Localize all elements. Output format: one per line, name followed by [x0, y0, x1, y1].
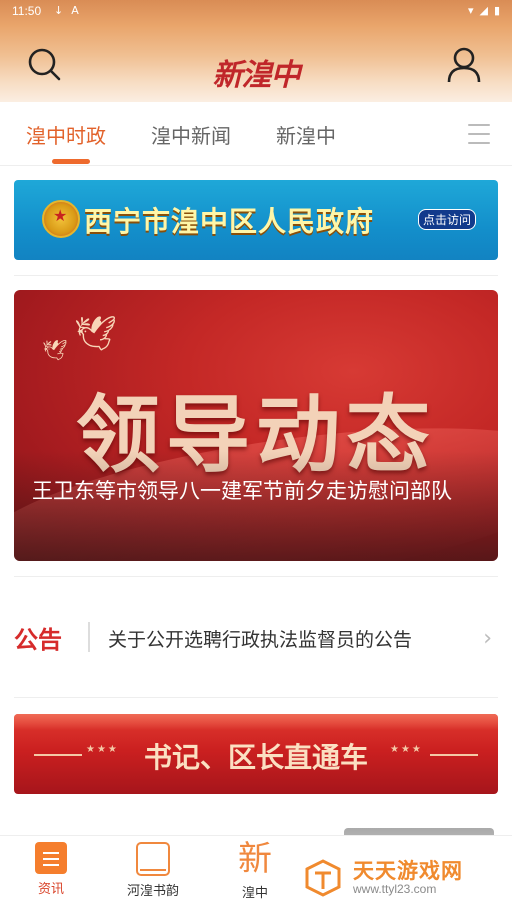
channel-tabs: 湟中时政 湟中新闻 新湟中 [0, 102, 512, 166]
menu-icon-line [468, 124, 490, 126]
active-tab-indicator [52, 159, 90, 164]
nav-item-hehuang-shuyun[interactable]: 河湟书韵 [108, 842, 198, 899]
news-icon [35, 842, 67, 874]
notification-app-icon: A [71, 4, 79, 17]
status-time: 11:50 [12, 4, 42, 18]
nav-label: 资讯 [37, 882, 64, 897]
site-watermark: 天天游戏网 www.ttyl23.com [303, 855, 483, 899]
banner-highlight [14, 714, 498, 730]
screen: 11:50 ↓ A ▾ ◢ ▮ 新湟中 湟中时政 湟中新闻 新湟中 ★ 西宁市湟… [0, 0, 512, 910]
dove-icon: 🕊 [74, 314, 118, 354]
dove-icon: 🕊 [42, 338, 68, 362]
nav-item-news[interactable]: 资讯 [6, 842, 96, 897]
system-icons: ▾ ◢ ▮ [468, 4, 500, 17]
profile-button[interactable] [446, 46, 482, 84]
notification-icons: ↓ A [54, 4, 79, 17]
watermark-logo-icon [305, 859, 341, 897]
direct-banner-title: 书记、区长直通车 [143, 741, 368, 774]
visit-button[interactable]: 点击访问 [417, 209, 476, 230]
app-logo: 新湟中 [212, 58, 301, 93]
tab-huangzhong-news[interactable]: 湟中新闻 [151, 120, 231, 149]
xin-icon: 新 [238, 839, 272, 879]
menu-icon-line [468, 133, 490, 135]
secretary-direct-banner[interactable]: ★★★ 书记、区长直通车 ★★★ [14, 714, 498, 794]
notice-separator [88, 622, 90, 652]
leader-news-card[interactable]: 🕊 🕊 领导动态 王卫东等市领导八一建军节前夕走访慰问部队 [14, 290, 498, 561]
gov-website-banner[interactable]: 西宁市湟中区人民政府 点击访问 [14, 180, 498, 260]
watermark-url: www.ttyl23.com [353, 882, 437, 896]
divider [14, 697, 498, 698]
tab-new-huangzhong[interactable]: 新湟中 [276, 120, 336, 149]
chevron-right-icon: › [483, 626, 492, 651]
search-button[interactable] [26, 46, 64, 84]
tab-huangzhong-politics[interactable]: 湟中时政 [26, 120, 106, 149]
national-emblem-icon [42, 200, 80, 238]
channel-menu-button[interactable] [468, 124, 490, 144]
leader-news-caption: 王卫东等市领导八一建军节前夕走访慰问部队 [32, 479, 452, 503]
search-icon [28, 48, 61, 81]
notice-text[interactable]: 关于公开选聘行政执法监督员的公告 [108, 625, 412, 652]
banner-rule [430, 754, 478, 756]
download-icon: ↓ [54, 4, 64, 17]
nav-label: 河湟书韵 [126, 884, 179, 899]
gov-banner-title: 西宁市湟中区人民政府 [84, 205, 375, 238]
banner-stars: ★★★ [390, 744, 423, 755]
battery-icon: ▮ [493, 4, 500, 17]
book-icon [136, 842, 170, 876]
menu-icon-line [468, 142, 490, 144]
app-header: 11:50 ↓ A ▾ ◢ ▮ 新湟中 [0, 0, 512, 102]
watermark-title: 天天游戏网 [353, 859, 463, 883]
bottom-navigation: 资讯 河湟书韵 新 湟中 天天游戏网 www.ttyl23.com [0, 835, 512, 910]
status-bar: 11:50 ↓ A ▾ ◢ ▮ [0, 0, 512, 24]
user-icon [447, 47, 481, 83]
nav-label: 湟中 [241, 886, 268, 901]
wifi-icon: ▾ [467, 4, 474, 17]
nav-item-huangzhong[interactable]: 新 湟中 [210, 842, 300, 901]
divider [14, 275, 498, 276]
divider [14, 576, 498, 577]
signal-icon: ◢ [479, 4, 488, 17]
notice-label: 公告 [14, 626, 62, 654]
